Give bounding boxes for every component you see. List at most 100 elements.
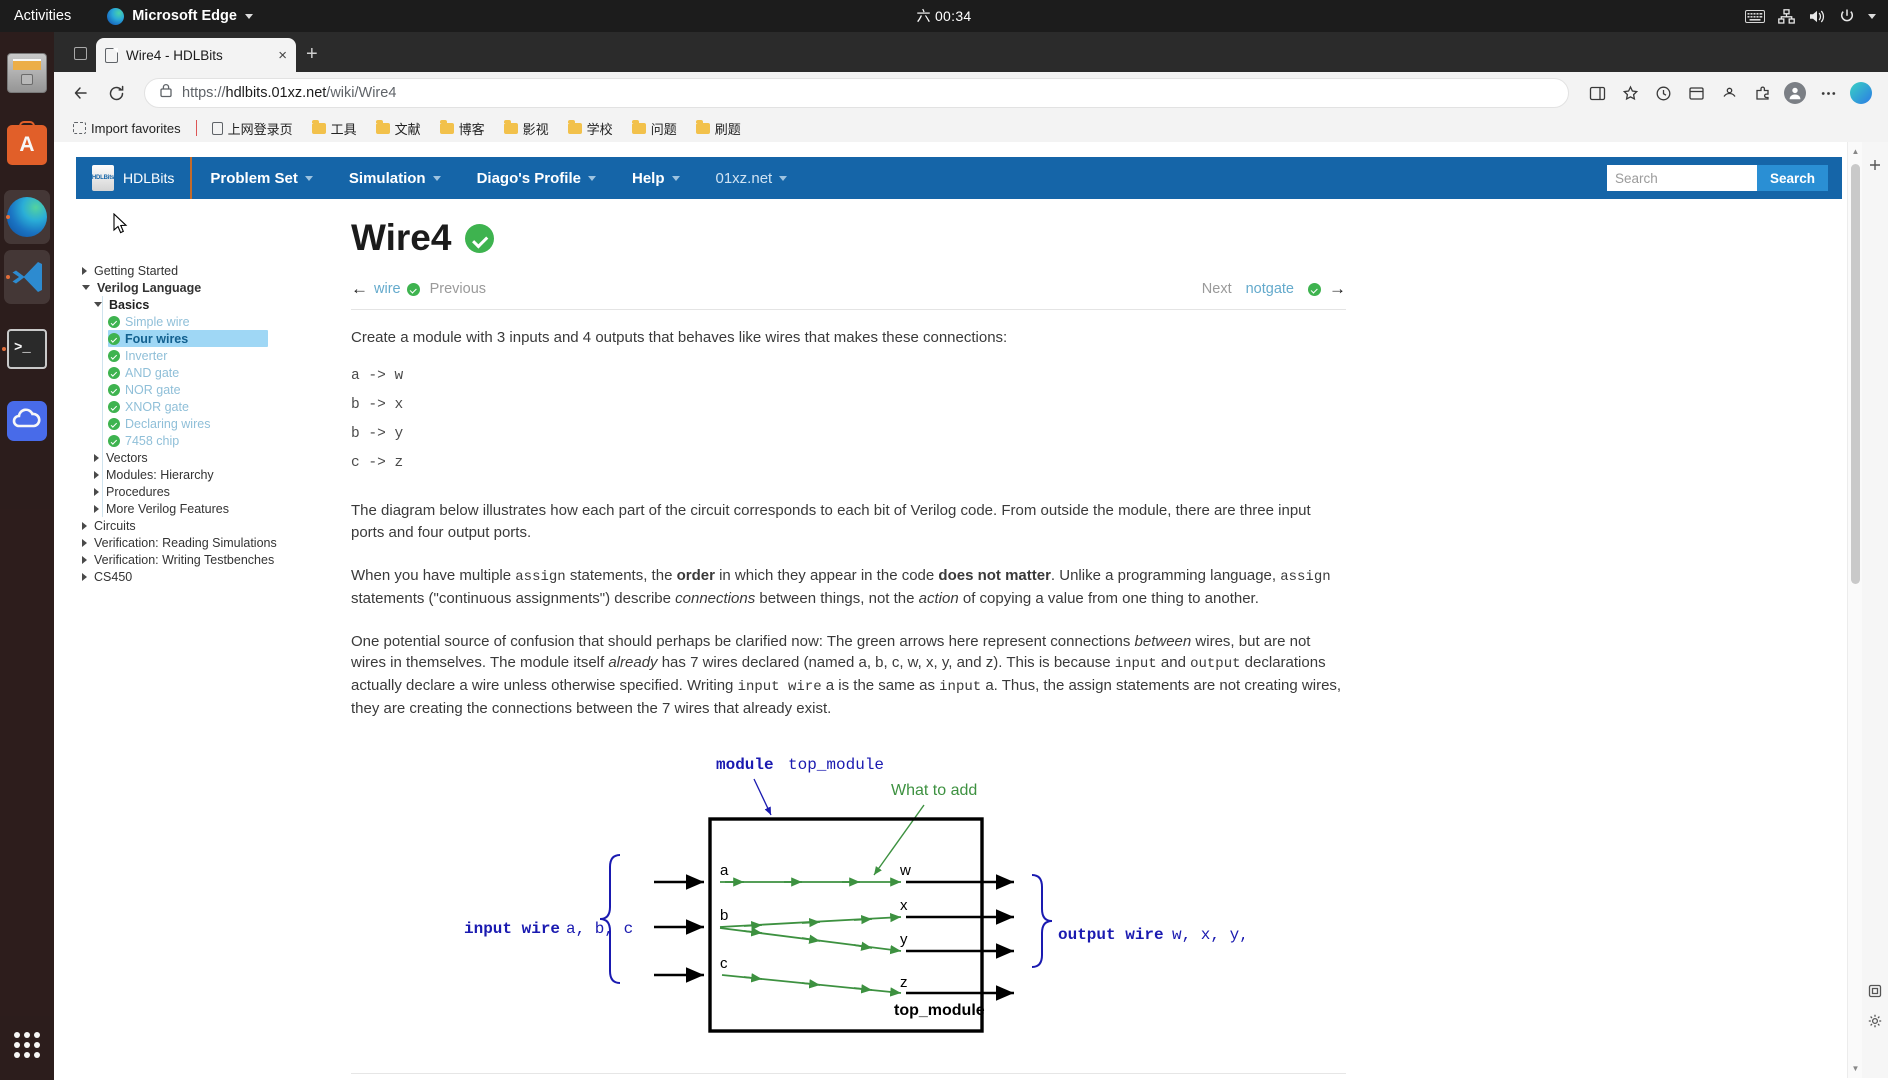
mouse-cursor bbox=[113, 213, 128, 234]
sidebar-item-modules-hierarchy[interactable]: Modules: Hierarchy bbox=[94, 466, 326, 483]
system-tray[interactable] bbox=[1745, 8, 1876, 24]
sidebar-add-icon[interactable] bbox=[1862, 150, 1888, 180]
scroll-up-icon[interactable]: ▲ bbox=[1848, 144, 1863, 159]
reload-button[interactable] bbox=[101, 78, 131, 108]
folder-icon bbox=[311, 119, 326, 134]
volume-icon[interactable] bbox=[1808, 9, 1826, 24]
copilot-icon bbox=[1850, 82, 1872, 104]
sidebar-item-getting-started[interactable]: Getting Started bbox=[82, 262, 326, 279]
sidebar-item-circuits[interactable]: Circuits bbox=[82, 517, 326, 534]
dock-item-terminal[interactable] bbox=[0, 322, 54, 376]
input-label-c: c bbox=[720, 955, 728, 972]
dock-item-files[interactable] bbox=[0, 46, 54, 100]
text-fragment: statements ("continuous assignments") de… bbox=[351, 589, 676, 607]
nav-profile[interactable]: Diago's Profile bbox=[459, 157, 614, 199]
show-applications-button[interactable] bbox=[14, 1032, 40, 1058]
sidebar-item-7458-chip[interactable]: 7458 chip bbox=[108, 432, 326, 449]
new-tab-button[interactable]: + bbox=[306, 43, 318, 66]
nav-01xz[interactable]: 01xz.net bbox=[698, 157, 806, 199]
prev-link[interactable]: wire bbox=[374, 281, 401, 297]
nav-help[interactable]: Help bbox=[614, 157, 698, 199]
site-logo[interactable]: HDLBits HDLBits bbox=[76, 157, 190, 199]
bookmark-login-page[interactable]: 上网登录页 bbox=[205, 116, 300, 141]
vscode-icon bbox=[7, 257, 47, 297]
tab-title: Wire4 - HDLBits bbox=[126, 47, 223, 63]
search-input[interactable] bbox=[1606, 165, 1757, 191]
page-title: Wire4 bbox=[351, 217, 1346, 259]
sidebar-item-inverter[interactable]: Inverter bbox=[108, 347, 326, 364]
triangle-right-icon bbox=[94, 470, 99, 479]
mapping-row: a -> w bbox=[351, 368, 404, 385]
scroll-down-icon[interactable]: ▼ bbox=[1848, 1061, 1863, 1076]
next-link[interactable]: notgate bbox=[1246, 281, 1294, 297]
address-bar[interactable]: https://hdlbits.01xz.net/wiki/Wire4 bbox=[144, 78, 1569, 108]
sidebar-item-procedures[interactable]: Procedures bbox=[94, 483, 326, 500]
sidebar-item-nor-gate[interactable]: NOR gate bbox=[108, 381, 326, 398]
copilot-button[interactable] bbox=[1846, 78, 1876, 108]
expected-solution-length: Expected solution length: Around 4 lines… bbox=[351, 1073, 1346, 1078]
files-icon bbox=[7, 53, 47, 93]
bookmark-import-favorites[interactable]: Import favorites bbox=[66, 118, 188, 139]
bookmark-folder-school[interactable]: 学校 bbox=[561, 116, 620, 141]
bookmark-folder-questions[interactable]: 问题 bbox=[625, 116, 684, 141]
close-icon[interactable]: × bbox=[278, 48, 287, 63]
bookmarks-bar: Import favorites 上网登录页 工具 文献 博客 影视 学校 问题… bbox=[54, 114, 1888, 142]
site-search: Search bbox=[1606, 165, 1842, 191]
back-button[interactable] bbox=[66, 78, 96, 108]
dock-item-vscode[interactable] bbox=[4, 250, 50, 304]
sidebar-item-label: Declaring wires bbox=[125, 416, 211, 431]
sidebar-item-four-wires[interactable]: Four wires bbox=[108, 330, 268, 347]
sidebar-item-label: Getting Started bbox=[94, 263, 179, 278]
tab-search-button[interactable] bbox=[64, 38, 96, 68]
history-icon[interactable] bbox=[1648, 78, 1678, 108]
bookmark-label: 文献 bbox=[394, 121, 421, 137]
sidebar-settings-icon[interactable] bbox=[1862, 1006, 1888, 1036]
dock-item-cloud[interactable] bbox=[0, 394, 54, 448]
sidebar-item-simple-wire[interactable]: Simple wire bbox=[108, 313, 326, 330]
sidebar-item-vectors[interactable]: Vectors bbox=[94, 449, 326, 466]
bookmark-folder-video[interactable]: 影视 bbox=[497, 116, 556, 141]
code-fragment: assign bbox=[515, 568, 566, 585]
scrollbar-thumb[interactable] bbox=[1851, 164, 1860, 584]
bookmark-folder-literature[interactable]: 文献 bbox=[369, 116, 428, 141]
sidebar-tools-icon[interactable] bbox=[1862, 976, 1888, 1006]
ubuntu-software-icon bbox=[7, 121, 47, 165]
profile-avatar[interactable] bbox=[1780, 78, 1810, 108]
sidebar-item-and-gate[interactable]: AND gate bbox=[108, 364, 326, 381]
bookmark-folder-practice[interactable]: 刷题 bbox=[689, 116, 748, 141]
bookmark-folder-tools[interactable]: 工具 bbox=[305, 116, 364, 141]
tab-wire4[interactable]: Wire4 - HDLBits × bbox=[96, 38, 296, 72]
dock-item-software[interactable] bbox=[0, 118, 54, 172]
nav-simulation[interactable]: Simulation bbox=[331, 157, 459, 199]
sidebar-item-more-verilog-features[interactable]: More Verilog Features bbox=[94, 500, 326, 517]
sidebar-item-reading-simulations[interactable]: Verification: Reading Simulations bbox=[82, 534, 326, 551]
sidebar-item-xnor-gate[interactable]: XNOR gate bbox=[108, 398, 326, 415]
sidebar-item-declaring-wires[interactable]: Declaring wires bbox=[108, 415, 326, 432]
network-icon[interactable] bbox=[1778, 8, 1795, 24]
clock[interactable]: 六 00:34 bbox=[0, 6, 1888, 26]
check-icon bbox=[108, 434, 120, 447]
dock-item-edge[interactable] bbox=[4, 190, 50, 244]
sidebar-item-basics[interactable]: Basics bbox=[94, 296, 326, 313]
sidebar-item-verilog-language[interactable]: Verilog Language bbox=[82, 279, 326, 296]
collections-icon[interactable] bbox=[1681, 78, 1711, 108]
bookmark-folder-blog[interactable]: 博客 bbox=[433, 116, 492, 141]
browser-essentials-icon[interactable] bbox=[1714, 78, 1744, 108]
sidebar-item-cs450[interactable]: CS450 bbox=[82, 568, 326, 585]
extensions-icon[interactable] bbox=[1747, 78, 1777, 108]
text-bold: does not matter bbox=[938, 566, 1051, 584]
nav-problem-set[interactable]: Problem Set bbox=[192, 157, 331, 199]
chevron-down-icon[interactable] bbox=[1868, 13, 1876, 19]
sidebar-item-writing-testbenches[interactable]: Verification: Writing Testbenches bbox=[82, 551, 326, 568]
url-domain: hdlbits.01xz.net bbox=[225, 85, 327, 101]
triangle-right-icon bbox=[82, 538, 87, 547]
search-button[interactable]: Search bbox=[1756, 165, 1828, 191]
power-icon[interactable] bbox=[1839, 8, 1855, 24]
page-scrollbar[interactable]: ▲ ▼ bbox=[1847, 142, 1862, 1078]
keyboard-icon[interactable] bbox=[1745, 9, 1765, 23]
favorite-star-icon[interactable] bbox=[1615, 78, 1645, 108]
site-info-icon[interactable] bbox=[159, 83, 173, 103]
split-screen-icon[interactable] bbox=[1582, 78, 1612, 108]
folder-icon bbox=[375, 119, 390, 134]
settings-more-icon[interactable] bbox=[1813, 78, 1843, 108]
